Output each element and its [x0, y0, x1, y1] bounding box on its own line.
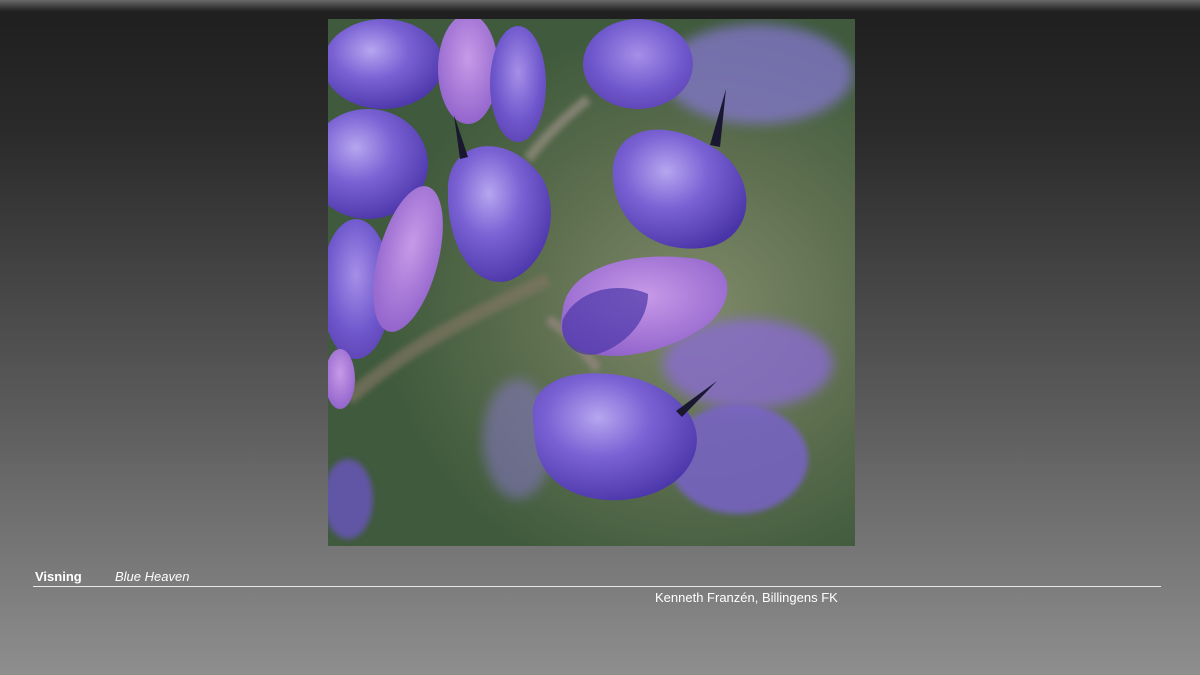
photographer-credit: Kenneth Franzén, Billingens FK: [655, 590, 838, 605]
photo: [328, 19, 855, 546]
divider-line: [33, 586, 1161, 587]
photo-illustration: [328, 19, 853, 539]
photo-title: Blue Heaven: [115, 569, 190, 584]
category-label: Visning: [35, 569, 82, 584]
caption-row: Visning Blue Heaven: [33, 568, 1161, 586]
top-bar: [0, 0, 1200, 12]
